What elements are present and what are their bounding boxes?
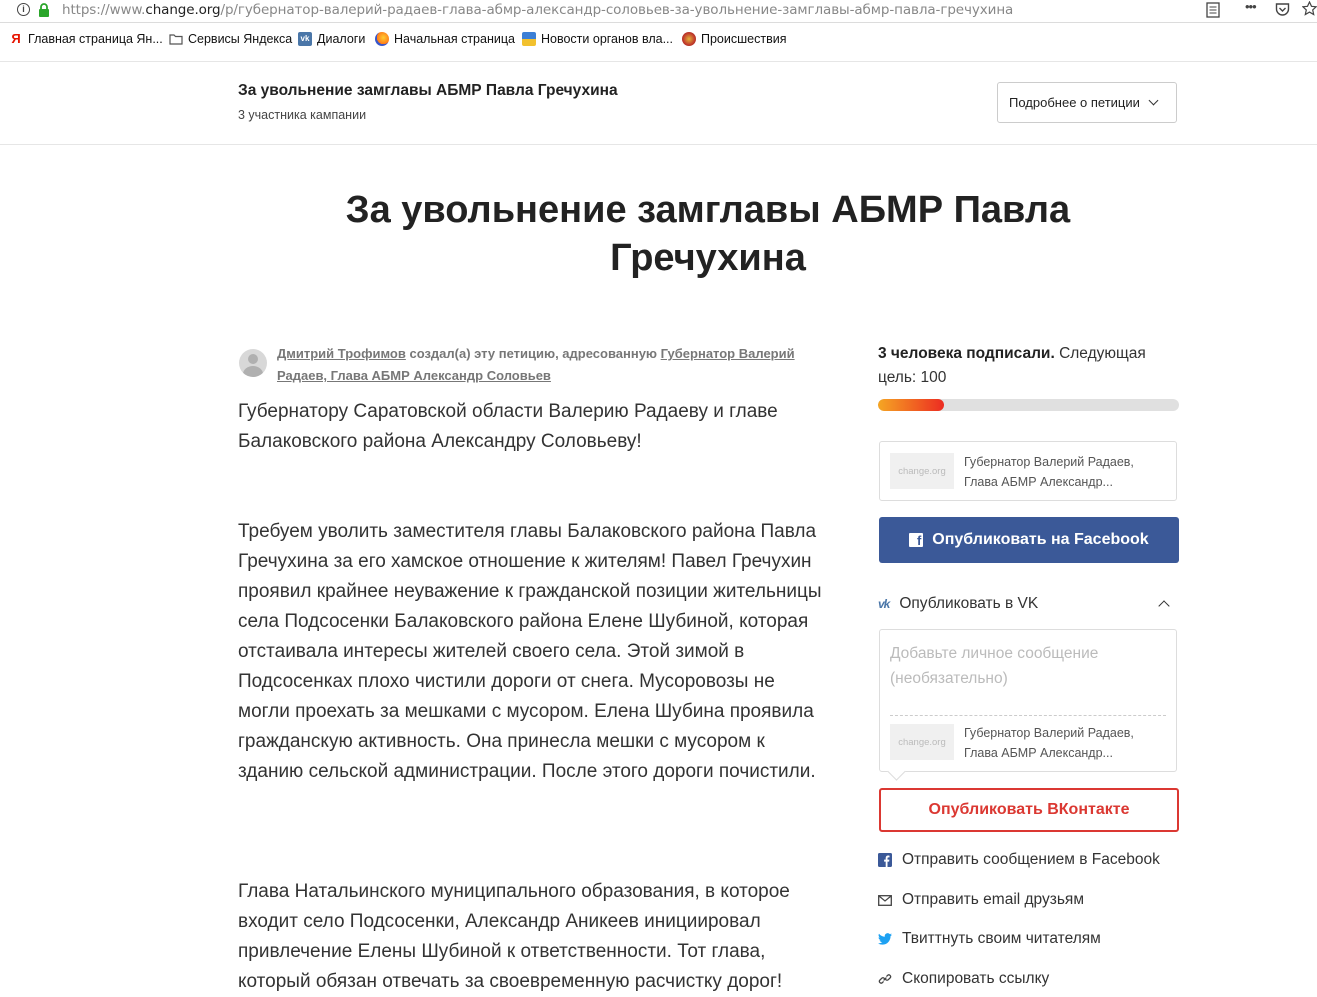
publish-vk-button[interactable]: Опубликовать ВКонтакте: [879, 788, 1179, 832]
preview-text: Губернатор Валерий Радаев, Глава АБМР Ал…: [964, 726, 1134, 760]
pocket-icon[interactable]: [1275, 2, 1290, 17]
folder-icon: [169, 34, 183, 45]
bookmark-incidents[interactable]: Происшествия: [682, 30, 786, 48]
address-bar[interactable]: i https://www.change.org/p/губернатор-ва…: [0, 0, 1317, 23]
participants-count: 3 участника кампании: [238, 108, 367, 122]
author-line: Дмитрий Трофимов создал(а) эту петицию, …: [277, 346, 795, 383]
petition-preview-card: change.org Губернатор Валерий Радаев, Гл…: [879, 441, 1177, 501]
chevron-down-icon: [1148, 95, 1159, 106]
vk-message-input[interactable]: Добавьте личное сообщение (необязательно…: [890, 641, 1170, 691]
vk-message-box: Добавьте личное сообщение (необязательно…: [879, 629, 1177, 781]
bookmark-start-page[interactable]: Начальная страница: [375, 30, 515, 48]
share-facebook-message[interactable]: Отправить сообщением в Facebook: [878, 849, 1178, 871]
petition-header: За увольнение замглавы АБМР Павла Гречух…: [0, 62, 1317, 145]
petition-details-button[interactable]: Подробнее о петиции: [997, 82, 1177, 123]
petition-thumbnail: change.org: [890, 724, 954, 760]
petition-paragraph: Губернатору Саратовской области Валерию …: [238, 401, 778, 452]
firefox-icon: [375, 32, 389, 46]
petition-paragraph: Глава Натальинского муниципального образ…: [238, 881, 790, 992]
vk-share-toggle[interactable]: vk Опубликовать в VK: [878, 592, 1178, 616]
author-link[interactable]: Дмитрий Трофимов: [277, 346, 406, 361]
lock-icon: [39, 3, 49, 17]
bookmark-yandex-main[interactable]: Я Главная страница Ян...: [9, 30, 162, 48]
speech-tail: [887, 762, 906, 781]
petition-title: За увольнение замглавы АБМР Павла Гречух…: [345, 189, 1071, 279]
more-actions-icon[interactable]: •••: [1245, 0, 1257, 14]
info-icon[interactable]: i: [17, 3, 30, 16]
facebook-icon: f: [909, 533, 924, 548]
preview-text: Губернатор Валерий Радаев, Глава АБМР Ал…: [964, 455, 1134, 489]
bookmark-gov-news[interactable]: Новости органов вла...: [522, 30, 673, 48]
signature-progress-bar: [878, 399, 1179, 411]
progress-fill: [878, 399, 945, 411]
petition-thumbnail: change.org: [890, 453, 954, 489]
share-twitter[interactable]: Твиттнуть своим читателям: [878, 928, 1178, 950]
police-emblem-icon: [682, 32, 696, 46]
vk-icon: vk: [878, 597, 890, 611]
publish-facebook-button[interactable]: f Опубликовать на Facebook: [879, 517, 1179, 563]
url-text[interactable]: https://www.change.org/p/губернатор-вале…: [62, 2, 1013, 18]
share-email[interactable]: Отправить email друзьям: [878, 889, 1178, 911]
link-icon: [878, 972, 892, 986]
header-title: За увольнение замглавы АБМР Павла Гречух…: [238, 82, 618, 99]
reader-view-icon[interactable]: [1206, 2, 1220, 18]
facebook-icon: [878, 853, 892, 867]
petition-paragraph: Требуем уволить заместителя главы Балако…: [238, 521, 822, 782]
email-icon: [878, 893, 892, 907]
copy-link[interactable]: Скопировать ссылку: [878, 968, 1178, 990]
bookmark-dialogs[interactable]: vk Диалоги: [298, 30, 365, 48]
avatar: [239, 349, 267, 377]
bookmarks-toolbar: Я Главная страница Ян... Сервисы Яндекса…: [0, 28, 1317, 50]
bookmark-yandex-services[interactable]: Сервисы Яндекса: [169, 30, 292, 48]
vk-icon: vk: [298, 32, 312, 46]
saratov-emblem-icon: [522, 32, 536, 46]
bookmark-star-icon[interactable]: [1302, 1, 1317, 16]
signature-count: 3 человека подписали. Следующая цель: 10…: [878, 345, 1146, 386]
twitter-icon: [878, 932, 892, 946]
chevron-up-icon[interactable]: [1158, 600, 1170, 612]
divider: [890, 715, 1166, 716]
yandex-icon: Я: [11, 31, 21, 46]
